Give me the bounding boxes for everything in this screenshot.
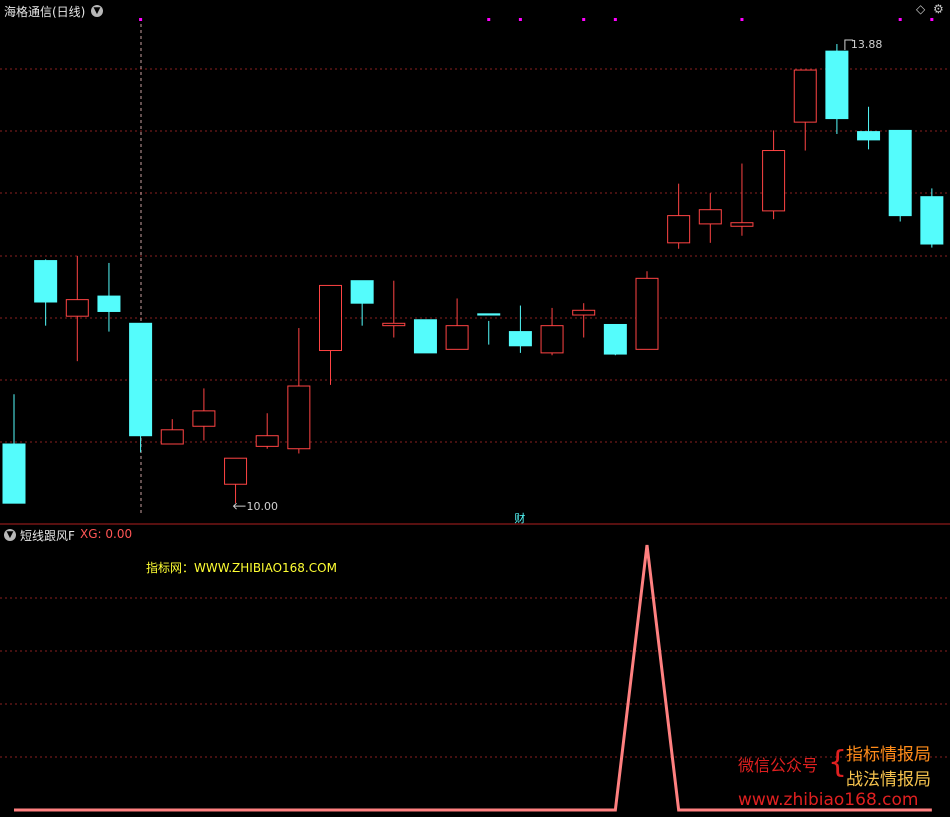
candle-body	[920, 196, 944, 245]
candle-body	[635, 277, 659, 350]
brace-glyph: {	[828, 745, 848, 780]
low-label: 10.00	[247, 500, 278, 513]
candle-body	[224, 457, 248, 485]
candle-body	[255, 435, 279, 447]
candle-body	[667, 215, 691, 244]
candle-body	[160, 429, 184, 445]
candle-body	[730, 222, 754, 227]
event-marker	[582, 18, 586, 21]
candle-body	[192, 410, 216, 427]
site-label: 指标网：WWW.ZHIBIAO168.COM	[146, 561, 337, 575]
candle-body	[445, 325, 469, 350]
diamond-icon[interactable]: ◇	[916, 2, 925, 16]
wechat-label: 微信公众号	[738, 756, 819, 775]
candle-body	[97, 295, 121, 312]
candle-body	[572, 309, 596, 316]
candle-body	[888, 129, 912, 217]
event-marker	[740, 18, 744, 21]
watermark-line2: 战法情报局	[846, 770, 931, 790]
event-marker	[139, 18, 143, 21]
watermark-line1: 指标情报局	[846, 745, 931, 765]
high-label: 13.88	[851, 38, 883, 51]
low-arrow	[232, 502, 246, 510]
price-panel-candles[interactable]: 13.88 10.00 财	[2, 18, 944, 525]
chart-canvas[interactable]: 13.88 10.00 财	[0, 0, 950, 817]
candle-body	[698, 209, 722, 225]
candle-body	[825, 50, 849, 120]
event-marker	[487, 18, 491, 21]
candle-body	[129, 322, 153, 437]
chart-title: 海格通信(日线)	[4, 5, 86, 19]
candle-body	[477, 313, 501, 316]
candle-body	[287, 385, 311, 450]
event-marker	[898, 18, 902, 21]
indicator-collapse-icon[interactable]: ▼	[4, 529, 16, 541]
chevron-down-icon[interactable]: ▼	[91, 5, 103, 17]
event-label: 财	[514, 511, 525, 525]
candle-body	[65, 299, 89, 317]
gear-icon[interactable]: ⚙	[933, 2, 944, 16]
candle-body	[413, 319, 437, 354]
indicator-value: XG: 0.00	[80, 527, 133, 541]
candle-body	[319, 284, 342, 352]
watermark-url: www.zhibiao168.com	[738, 790, 919, 810]
event-marker	[613, 18, 617, 21]
candle-body	[382, 322, 406, 327]
candle-body	[793, 69, 817, 123]
candle-body	[857, 131, 881, 141]
event-marker	[930, 18, 934, 21]
candle-body	[2, 443, 26, 504]
candle-body	[762, 150, 786, 212]
candle-body	[508, 331, 532, 347]
candle-body	[350, 280, 374, 304]
candle-body	[34, 260, 58, 303]
candle-body	[603, 323, 627, 355]
indicator-panel-grid	[0, 597, 950, 758]
candle-body	[540, 325, 564, 354]
event-marker	[518, 18, 522, 21]
indicator-name: 短线跟风F	[20, 529, 75, 543]
